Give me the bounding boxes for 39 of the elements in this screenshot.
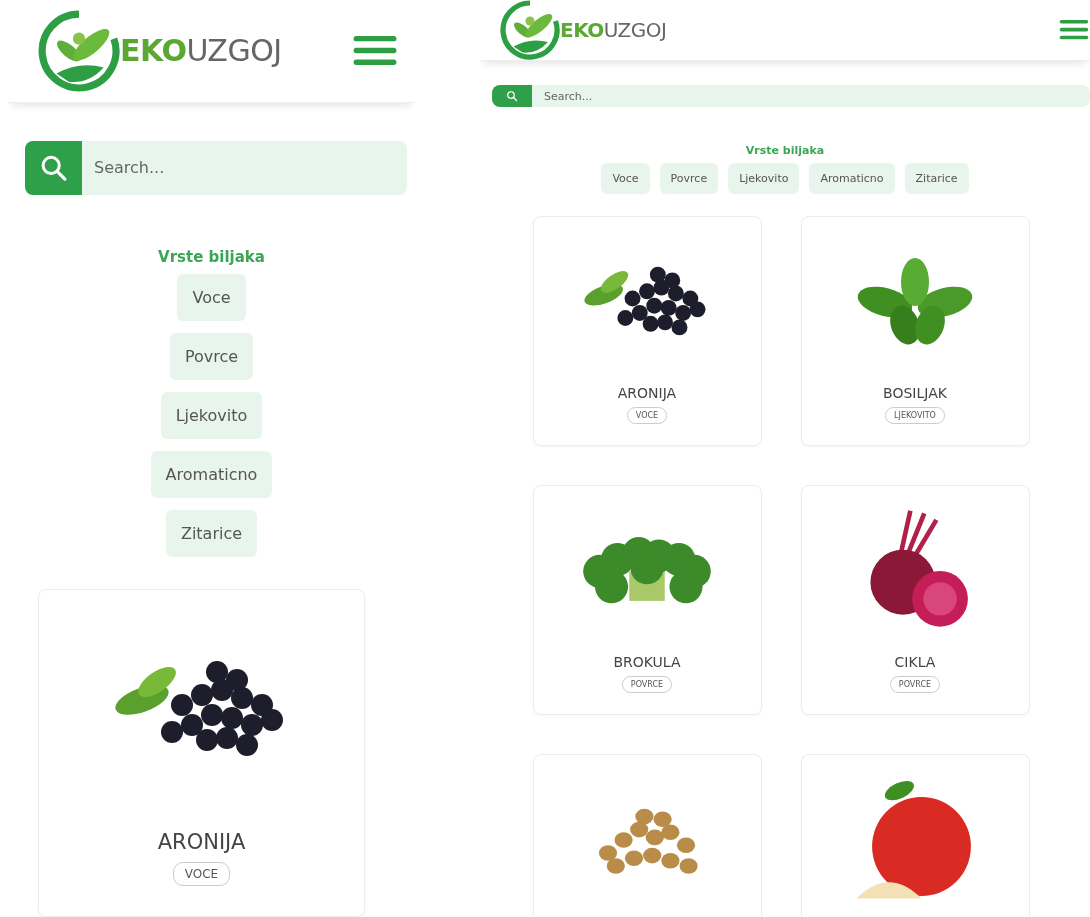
product-card[interactable]: BOSILJAK LJEKOVITO bbox=[800, 216, 1030, 446]
category-tag: POVRCE bbox=[621, 676, 673, 693]
filter-chip[interactable]: Voce bbox=[601, 163, 650, 194]
filter-chip[interactable]: Aromaticno bbox=[809, 163, 895, 194]
menu-icon[interactable] bbox=[1058, 20, 1090, 40]
product-name: ARONIJA bbox=[617, 385, 677, 401]
product-card[interactable]: ARONIJA VOCE bbox=[532, 216, 762, 446]
product-card[interactable]: ARONIJA VOCE bbox=[38, 589, 365, 917]
filter-chip[interactable]: Voce bbox=[177, 274, 246, 321]
logo-text: EKOUZGOJ bbox=[120, 33, 282, 69]
product-card[interactable]: BROKULA POVRCE bbox=[532, 485, 762, 715]
logo-icon bbox=[38, 9, 120, 92]
category-tag: VOCE bbox=[626, 407, 668, 424]
filter-heading: Vrste biljaka bbox=[745, 144, 825, 157]
search-button[interactable] bbox=[492, 85, 532, 107]
search-field[interactable]: Search... bbox=[532, 85, 1090, 107]
filter-chip[interactable]: Aromaticno bbox=[150, 451, 273, 498]
filter-chip[interactable]: Zitarice bbox=[904, 163, 969, 194]
filter-chip[interactable]: Ljekovito bbox=[160, 392, 263, 439]
product-card[interactable] bbox=[532, 754, 762, 917]
product-card[interactable] bbox=[800, 754, 1030, 917]
category-tag: LJEKOVITO bbox=[885, 407, 945, 424]
filter-chip[interactable]: Zitarice bbox=[165, 510, 258, 557]
filter-heading: Vrste biljaka bbox=[158, 248, 265, 266]
filter-chip[interactable]: Povrce bbox=[659, 163, 719, 194]
product-name: ARONIJA bbox=[157, 830, 246, 854]
product-name: BOSILJAK bbox=[883, 385, 947, 401]
product-name: CIKLA bbox=[894, 654, 936, 670]
logo-icon bbox=[500, 0, 560, 60]
filter-chip[interactable]: Povrce bbox=[169, 333, 254, 380]
search-field[interactable]: Search... bbox=[82, 140, 407, 195]
filter-chip[interactable]: Ljekovito bbox=[728, 163, 800, 194]
search-button[interactable] bbox=[25, 140, 82, 195]
product-name: BROKULA bbox=[613, 654, 681, 670]
product-card[interactable]: CIKLA POVRCE bbox=[800, 485, 1030, 715]
menu-icon[interactable] bbox=[353, 35, 397, 66]
category-tag: POVRCE bbox=[889, 676, 941, 693]
logo-text: EKOUZGOJ bbox=[560, 18, 667, 42]
category-tag: VOCE bbox=[172, 862, 231, 886]
